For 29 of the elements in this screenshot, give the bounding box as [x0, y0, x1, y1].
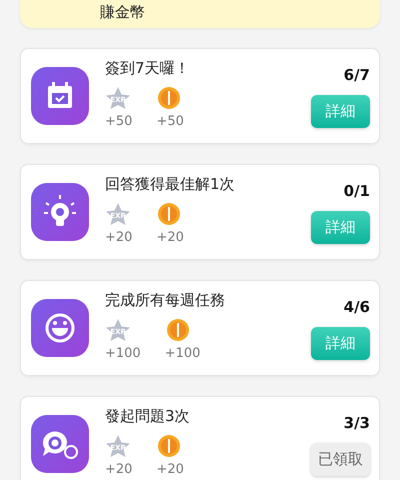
task-title: 發起問題3次: [105, 406, 191, 426]
exp-amount: +20: [105, 230, 132, 246]
coin-amount: +20: [156, 230, 184, 246]
task-title: 完成所有每週任務: [105, 290, 226, 310]
task-icon: [31, 67, 89, 125]
task-icon: [31, 299, 89, 357]
task-icon: [31, 183, 89, 241]
exp-amount: +20: [105, 462, 132, 478]
progress-count: 3/3: [344, 413, 370, 434]
progress-count: 4/6: [344, 297, 370, 318]
coin-icon: [156, 202, 182, 226]
coin-amount: +100: [164, 346, 200, 362]
claimed-button[interactable]: 已領取: [311, 442, 370, 476]
task-icon: [31, 415, 89, 473]
exp-amount: +50: [105, 114, 132, 130]
details-button[interactable]: 詳細: [311, 210, 370, 244]
task-title: 簽到7天囉！: [105, 58, 191, 78]
coin-icon: [164, 318, 191, 342]
coin-amount: +20: [156, 462, 184, 478]
coin-icon: [156, 86, 182, 110]
coin-icon: [156, 434, 182, 458]
details-button[interactable]: 詳細: [311, 326, 370, 360]
exp-amount: +100: [105, 346, 141, 362]
task-title: 回答獲得最佳解1次: [105, 174, 236, 194]
progress-count: 0/1: [344, 181, 370, 202]
coin-amount: +50: [156, 114, 184, 130]
progress-count: 6/7: [344, 65, 370, 86]
details-button[interactable]: 詳細: [311, 94, 370, 128]
banner-text: 賺金幣: [100, 3, 145, 21]
